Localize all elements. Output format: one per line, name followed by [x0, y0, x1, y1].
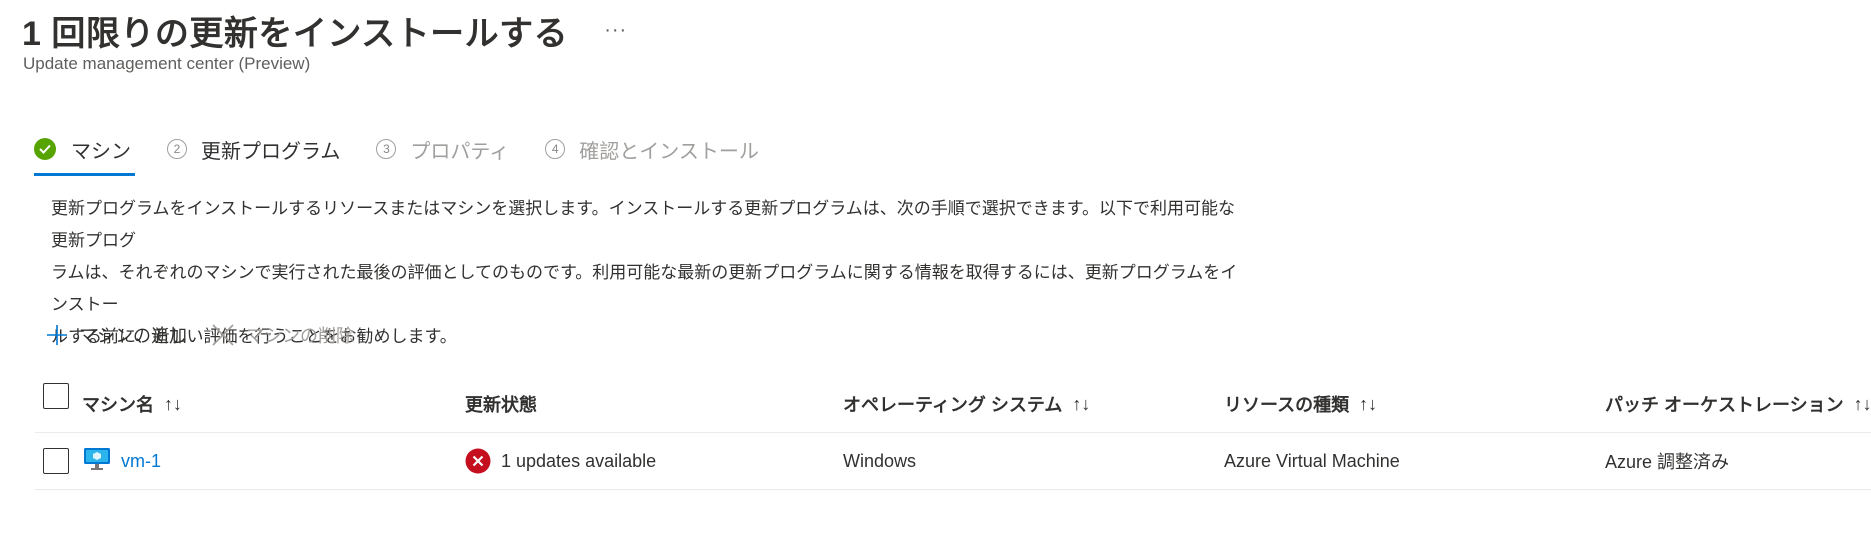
description-line: 更新プログラムをインストールするリソースまたはマシンを選択します。インストールす…: [51, 199, 1236, 250]
column-header-update-status: 更新状態: [465, 376, 537, 432]
page-title: 1 回限りの更新をインストールする: [22, 15, 569, 53]
sort-icon[interactable]: ↑↓: [1854, 394, 1871, 415]
add-machine-label: マシンの追加: [79, 326, 187, 346]
close-icon: [211, 323, 235, 347]
description-line: ラムは、それぞれのマシンで実行された最後の評価としてのものです。利用可能な最新の…: [51, 263, 1238, 314]
page-subtitle: Update management center (Preview): [23, 54, 311, 73]
cell-os: Windows: [843, 433, 916, 489]
step-label: 更新プログラム: [201, 140, 341, 163]
patch-orchestration-text: Azure 調整済み: [1605, 452, 1730, 472]
column-header-label: 更新状態: [465, 395, 537, 415]
table-row[interactable]: vm-1 1 updates available Windows Azure V…: [35, 433, 1871, 490]
column-header-name[interactable]: マシン名 ↑↓: [82, 376, 182, 432]
check-circle-icon: [34, 138, 56, 160]
more-options-button[interactable]: ···: [604, 19, 627, 42]
plus-icon: [46, 324, 68, 346]
step-label: 確認とインストール: [579, 140, 759, 163]
step-updates[interactable]: 2 更新プログラム: [167, 132, 340, 166]
step-review-install[interactable]: 4 確認とインストール: [545, 132, 759, 166]
select-all-cell: [43, 376, 69, 432]
title-row: 1 回限りの更新をインストールする ···: [22, 6, 627, 55]
update-status-text: 1 updates available: [501, 450, 657, 471]
wizard-steps: マシン 2 更新プログラム 3 プロパティ 4 確認とインストール: [34, 132, 795, 176]
remove-machine-button[interactable]: マシンの削除: [211, 322, 354, 348]
step-number: 4: [545, 139, 566, 159]
table-header-row: マシン名 ↑↓ 更新状態 オペレーティング システム ↑↓ リソースの種類 ↑↓…: [35, 376, 1871, 433]
remove-machine-label: マシンの削除: [246, 326, 354, 346]
step-properties[interactable]: 3 プロパティ: [376, 132, 509, 166]
column-header-patch-orchestration[interactable]: パッチ オーケストレーション ↑↓: [1605, 376, 1871, 432]
sort-icon[interactable]: ↑↓: [164, 394, 182, 415]
step-label: マシン: [71, 140, 131, 163]
step-number: 3: [376, 139, 397, 159]
step-label: プロパティ: [410, 140, 510, 163]
machines-table: マシン名 ↑↓ 更新状態 オペレーティング システム ↑↓ リソースの種類 ↑↓…: [35, 376, 1871, 490]
column-header-label: マシン名: [82, 395, 154, 415]
select-all-checkbox[interactable]: [43, 383, 69, 409]
resource-type-text: Azure Virtual Machine: [1224, 450, 1400, 471]
column-header-label: パッチ オーケストレーション: [1605, 395, 1844, 415]
command-bar: マシンの追加 マシンの削除: [46, 322, 378, 348]
column-header-resource-type[interactable]: リソースの種類 ↑↓: [1224, 376, 1377, 432]
cell-patch-orchestration: Azure 調整済み: [1605, 433, 1729, 489]
cell-update-status: 1 updates available: [465, 433, 656, 489]
column-header-label: リソースの種類: [1224, 395, 1350, 415]
step-machines[interactable]: マシン: [34, 132, 135, 176]
sort-icon[interactable]: ↑↓: [1359, 394, 1377, 415]
os-text: Windows: [843, 450, 917, 471]
column-header-label: オペレーティング システム: [843, 395, 1063, 415]
error-icon: [465, 448, 491, 474]
row-checkbox[interactable]: [43, 448, 69, 474]
cell-resource-type: Azure Virtual Machine: [1224, 433, 1400, 489]
add-machine-button[interactable]: マシンの追加: [46, 322, 187, 348]
row-select-cell: [43, 433, 69, 489]
machine-link[interactable]: vm-1: [121, 451, 161, 472]
cell-machine-name: vm-1: [83, 433, 161, 489]
sort-icon[interactable]: ↑↓: [1072, 394, 1090, 415]
virtual-machine-icon: [83, 447, 111, 476]
column-header-os[interactable]: オペレーティング システム ↑↓: [843, 376, 1090, 432]
step-number: 2: [167, 139, 187, 159]
